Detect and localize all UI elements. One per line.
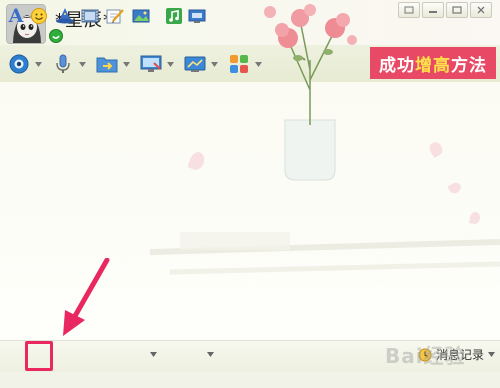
close-icon[interactable] [470, 2, 492, 18]
petal-decoration [469, 211, 481, 225]
webcam-icon[interactable] [4, 51, 34, 77]
folder-transfer-icon[interactable] [92, 51, 122, 77]
webcam-dropdown-icon[interactable] [34, 51, 42, 77]
annotation-arrow [63, 258, 110, 336]
picture-dropdown-icon[interactable] [150, 352, 157, 357]
pen-note-icon[interactable] [105, 6, 125, 26]
monitor-dropdown-icon[interactable] [166, 51, 174, 77]
microphone-icon[interactable] [48, 51, 78, 77]
music-icon[interactable] [164, 6, 184, 26]
screenshot-dropdown-icon[interactable] [207, 352, 214, 357]
petal-decoration [447, 180, 463, 196]
banner-text-1: 成功 [379, 55, 415, 76]
top-toolbar [4, 50, 268, 78]
film-icon[interactable] [80, 6, 100, 26]
history-dropdown-icon[interactable] [488, 352, 496, 357]
minimize-icon[interactable] [422, 2, 444, 18]
magic-hat-icon[interactable] [55, 6, 75, 26]
emoji-highlight-box [25, 341, 53, 371]
window-controls [398, 2, 492, 18]
restore-icon[interactable] [398, 2, 420, 18]
banner-text-2: 方法 [451, 55, 487, 76]
chat-window: *星辰* [0, 0, 500, 388]
folder-dropdown-icon[interactable] [122, 51, 130, 77]
maximize-icon[interactable] [446, 2, 468, 18]
screen-share-dropdown-icon[interactable] [210, 51, 218, 77]
monitor-icon[interactable] [136, 51, 166, 77]
smiley-icon[interactable] [29, 6, 49, 26]
petal-decoration [187, 150, 207, 172]
footer-strip [0, 372, 500, 388]
flower-vase-decoration [264, 4, 357, 181]
promo-banner: 成功 增高 方法 [370, 47, 496, 79]
table-decoration [150, 232, 500, 275]
banner-text-highlight: 增高 [415, 55, 451, 76]
watermark: Bai经验 [385, 344, 466, 368]
font-a-icon[interactable]: A [6, 6, 26, 26]
screen-share-icon[interactable] [180, 51, 210, 77]
microphone-dropdown-icon[interactable] [78, 51, 86, 77]
picture-icon[interactable] [131, 6, 151, 26]
petal-decoration [427, 139, 445, 159]
screenshot-icon[interactable] [187, 6, 207, 26]
